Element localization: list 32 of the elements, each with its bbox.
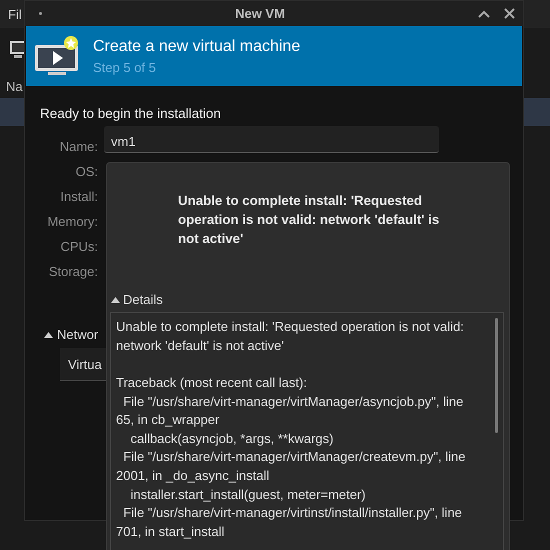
field-label: Storage: xyxy=(48,263,98,281)
close-icon[interactable] xyxy=(504,8,515,19)
traceback-line: 2001, in _do_async_install xyxy=(116,467,270,486)
menu-item[interactable]: Fil xyxy=(8,6,22,22)
step-label: Step 5 of 5 xyxy=(93,60,157,74)
field-label: Memory: xyxy=(46,213,98,231)
monitor-play-icon xyxy=(35,36,81,76)
field-label: Name: xyxy=(58,138,98,156)
header-title: Create a new virtual machine xyxy=(93,38,300,56)
traceback-line: File "/usr/share/virt-manager/virtManager/asyncjob.py", line xyxy=(122,392,464,411)
field-label: CPUs: xyxy=(59,238,98,256)
scrollbar[interactable] xyxy=(495,318,498,434)
window-title: New VM xyxy=(234,6,286,21)
traceback-line: installer.start_install(guest, meter=meter) xyxy=(129,486,366,504)
summary-heading: Ready to begin the installation xyxy=(40,106,221,121)
expander-icon[interactable] xyxy=(44,332,53,338)
traceback-line: File "/usr/share/virt-manager/virtManager/createvm.py", line xyxy=(122,448,466,466)
column-header: Na xyxy=(6,78,23,94)
maximize-icon[interactable] xyxy=(478,10,490,18)
traceback-line: callback(asyncjob, *args, **kwargs) xyxy=(129,430,334,448)
field-label: Install: xyxy=(59,188,98,206)
network-expander[interactable]: Networ xyxy=(57,327,98,342)
window-menu-icon[interactable] xyxy=(39,12,42,15)
name-field[interactable]: vm1 xyxy=(104,126,439,153)
traceback-line: Unable to complete install: 'Requested operation is not valid: xyxy=(116,318,464,336)
details-expander[interactable]: Details xyxy=(123,292,163,308)
traceback-line: 701, in start_install xyxy=(116,522,224,541)
expander-icon[interactable] xyxy=(111,296,120,303)
error-message: Unable to complete install: 'Requested operation is not valid: network 'default' is not active' xyxy=(178,192,440,248)
field-label: OS: xyxy=(74,163,98,181)
traceback-line: File "/usr/share/virt-manager/virtinst/install/installer.py", line xyxy=(122,504,462,522)
traceback-line: 65, in cb_wrapper xyxy=(116,411,220,430)
